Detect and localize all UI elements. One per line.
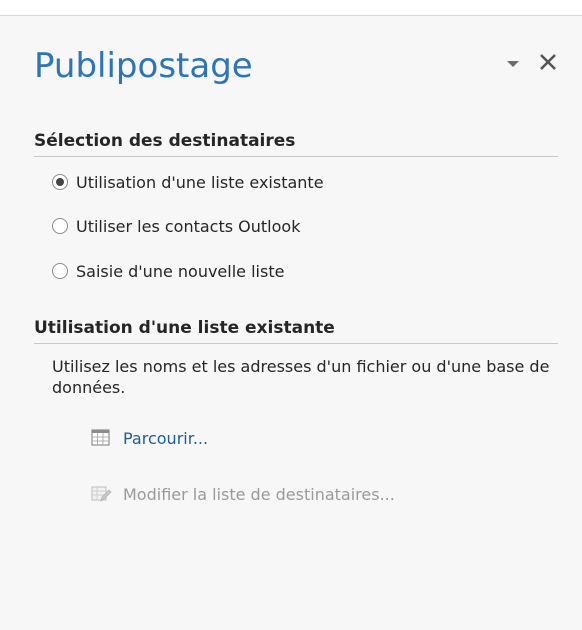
radio-outlook-contacts[interactable]: Utiliser les contacts Outlook xyxy=(52,214,300,238)
radio-button[interactable] xyxy=(52,263,68,279)
radio-label: Utiliser les contacts Outlook xyxy=(76,216,301,236)
edit-recipient-list-link: Modifier la liste de destinataires... xyxy=(90,483,395,505)
pane-title: Publipostage xyxy=(34,46,253,86)
edit-list-icon xyxy=(90,484,112,504)
mail-merge-pane: Publipostage Sélection des destinataires… xyxy=(0,0,582,630)
radio-label: Utilisation d'une liste existante xyxy=(76,172,324,192)
browse-link[interactable]: Parcourir... xyxy=(90,427,208,449)
radio-existing-list[interactable]: Utilisation d'une liste existante xyxy=(52,170,324,194)
table-icon xyxy=(90,428,112,448)
existing-list-section-header: Utilisation d'une liste existante xyxy=(34,318,558,344)
radio-new-list[interactable]: Saisie d'une nouvelle liste xyxy=(52,259,284,283)
radio-button-checked[interactable] xyxy=(52,174,68,190)
close-icon[interactable] xyxy=(537,51,559,73)
top-border xyxy=(0,0,582,16)
edit-recipient-list-label: Modifier la liste de destinataires... xyxy=(123,484,395,504)
browse-label: Parcourir... xyxy=(123,428,209,448)
radio-button[interactable] xyxy=(52,218,68,234)
recipients-section-header: Sélection des destinataires xyxy=(34,131,558,157)
existing-list-description: Utilisez les noms et les adresses d'un f… xyxy=(52,357,550,397)
radio-label: Saisie d'une nouvelle liste xyxy=(76,261,285,281)
dropdown-triangle-icon[interactable] xyxy=(505,58,521,70)
